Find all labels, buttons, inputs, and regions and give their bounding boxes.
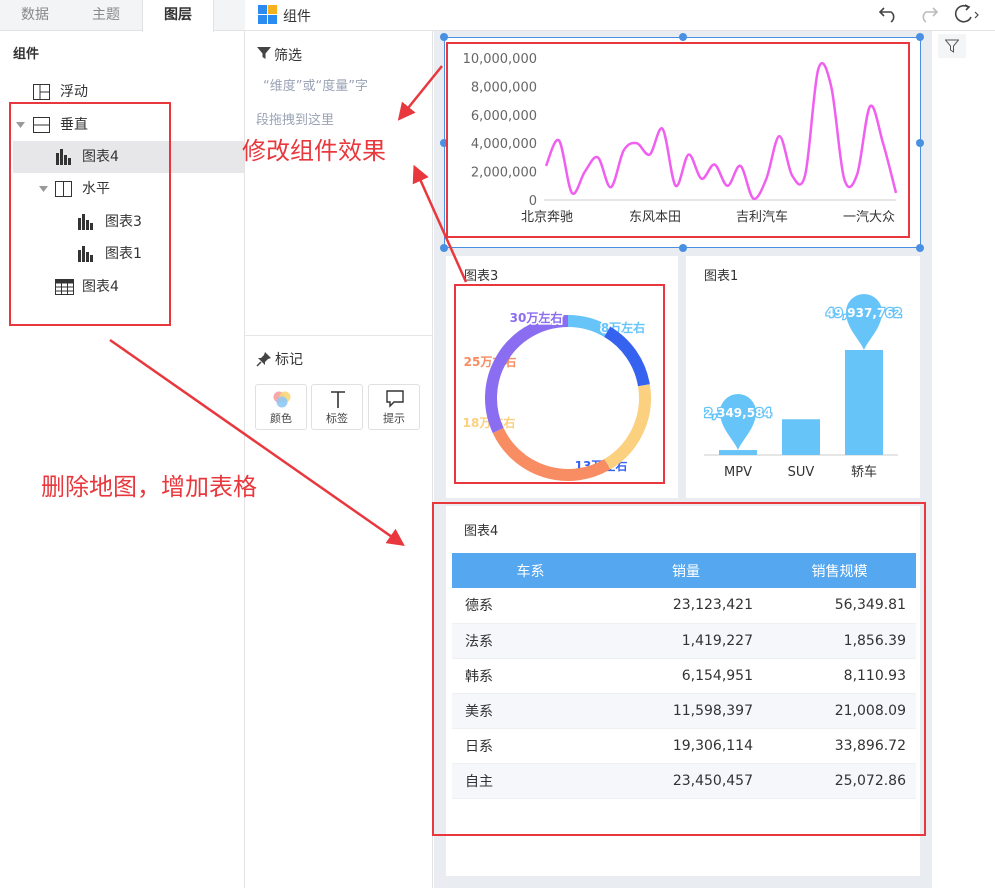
value-pin xyxy=(720,394,756,451)
redo-icon[interactable] xyxy=(917,5,939,23)
value-pin xyxy=(846,294,882,350)
tab-layers[interactable]: 图层 xyxy=(142,0,214,32)
color-label: 颜色 xyxy=(270,412,292,425)
filter-hint: 段拖拽到这里 xyxy=(256,113,335,128)
tooltip-button[interactable]: 提示 xyxy=(368,384,420,430)
undo-icon[interactable] xyxy=(878,5,900,23)
filter-icon xyxy=(945,39,959,53)
bar xyxy=(782,419,820,455)
annotation-delete: 删除地图，增加表格 xyxy=(41,473,257,501)
tooltip-icon xyxy=(386,390,404,408)
filter-hint: “维度”或“度量”字 xyxy=(263,79,368,94)
x-tick-label: SUV xyxy=(788,465,815,480)
divider xyxy=(245,335,433,336)
toolbar-title: 组件 xyxy=(283,9,311,25)
right-sidebar xyxy=(933,31,995,888)
refresh-icon[interactable] xyxy=(952,3,980,25)
components-title: 组件 xyxy=(13,47,40,62)
filter-icon xyxy=(257,47,271,59)
tab-data[interactable]: 数据 xyxy=(0,0,70,31)
toolbar: 组件 xyxy=(245,0,995,31)
annotation-modify: 修改组件效果 xyxy=(242,137,386,165)
label-button[interactable]: 标签 xyxy=(311,384,363,430)
x-tick-label: MPV xyxy=(724,465,752,480)
tab-theme[interactable]: 主题 xyxy=(70,0,142,31)
label-label: 标签 xyxy=(326,412,348,425)
data-label: 49,937,762 xyxy=(826,306,902,320)
bar xyxy=(845,350,883,455)
annotation-box-line xyxy=(446,42,910,238)
filter-toggle[interactable] xyxy=(938,34,966,58)
tooltip-label: 提示 xyxy=(383,412,405,425)
data-label: 2,349,584 xyxy=(704,406,772,420)
color-icon xyxy=(273,391,291,408)
float-layout-icon xyxy=(33,84,50,100)
annotation-box-tree xyxy=(9,102,171,326)
text-icon xyxy=(331,391,345,408)
panel-tabs: 数据 主题 图层 xyxy=(0,0,245,32)
color-button[interactable]: 颜色 xyxy=(255,384,307,430)
filter-title: 筛选 xyxy=(274,48,302,64)
bar-chart: MPV 2,349,584 SUV 轿车 49,937,762 xyxy=(703,294,903,480)
bar xyxy=(719,450,757,455)
component-logo-icon xyxy=(258,5,277,24)
x-tick-label: 轿车 xyxy=(851,464,877,480)
marks-title: 标记 xyxy=(275,352,303,368)
annotation-box-donut xyxy=(454,284,665,484)
pin-icon xyxy=(256,352,271,367)
annotation-box-table xyxy=(432,502,926,836)
